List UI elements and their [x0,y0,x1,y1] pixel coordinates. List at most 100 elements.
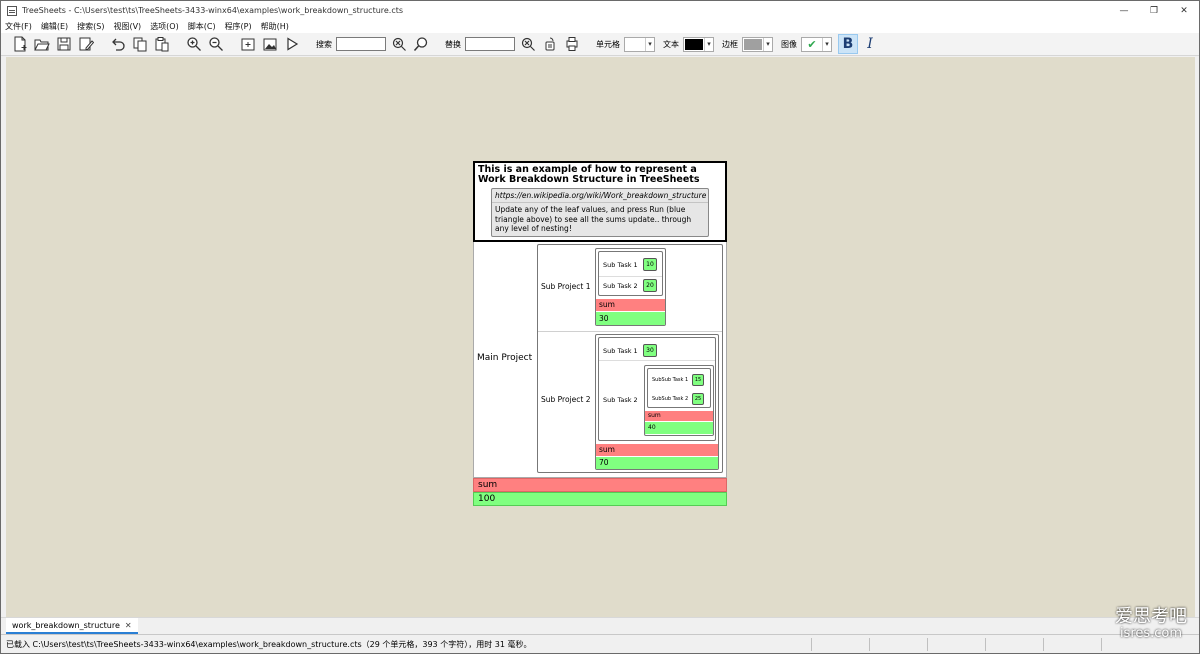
sub-task-label[interactable]: Sub Task 2 [603,282,638,290]
root-cell[interactable]: This is an example of how to represent a… [473,161,727,242]
toolbar: 搜索 替换 单元格 ▾ 文本 ▾ 边框 ▾ 图像 ✔ ▾ B I [1,33,1199,56]
save-as-icon[interactable] [76,34,96,54]
open-folder-icon[interactable] [32,34,52,54]
copy-icon[interactable] [130,34,150,54]
clear-search-icon[interactable] [389,34,409,54]
clear-replace-icon[interactable] [518,34,538,54]
cell-color-dropdown[interactable]: ▾ [624,36,655,52]
subsub-task-value[interactable]: 15 [692,373,704,386]
menu-script[interactable]: 脚本(C) [188,21,216,32]
menu-search[interactable]: 搜索(S) [77,21,104,32]
subsub-task-value[interactable]: 25 [692,392,704,405]
subsub-task-label[interactable]: SubSub Task 1 [652,377,688,383]
close-button[interactable]: ✕ [1169,1,1199,20]
replace-all-icon[interactable] [562,34,582,54]
subsub-grid[interactable]: SubSub Task 1 15 SubSub Task 2 25 sum 40 [644,364,714,436]
menu-file[interactable]: 文件(F) [5,21,32,32]
sub-projects-grid[interactable]: Sub Project 1 Sub Task 1 10 Sub Task 2 2… [537,243,723,473]
insert-cell-icon[interactable] [238,34,258,54]
paste-icon[interactable] [152,34,172,54]
find-next-icon[interactable] [411,34,431,54]
menu-options[interactable]: 选项(O) [150,21,179,32]
app-window: TreeSheets - C:\Users\test\ts\TreeSheets… [0,0,1200,654]
notes-grid[interactable]: https://en.wikipedia.org/wiki/Work_break… [491,188,709,237]
replace-label: 替换 [445,39,461,49]
sub-project-2-label[interactable]: Sub Project 2 [541,395,590,404]
sum-value-cell[interactable]: 30 [596,311,665,325]
sum-value-cell[interactable]: 40 [645,421,713,434]
app-icon [7,5,17,16]
sub-project-1-tasks[interactable]: Sub Task 1 10 Sub Task 2 20 [598,250,663,296]
new-file-icon[interactable] [10,34,30,54]
document-canvas[interactable]: This is an example of how to represent a… [6,57,1195,617]
main-project-label[interactable]: Main Project [477,353,532,363]
run-icon[interactable] [282,34,302,54]
menu-help[interactable]: 帮助(H) [261,21,289,32]
bold-button[interactable]: B [838,34,858,54]
subsub-tasks[interactable]: SubSub Task 1 15 SubSub Task 2 25 [647,367,711,408]
replace-input[interactable] [465,37,515,51]
description-cell[interactable]: Update any of the leaf values, and press… [492,203,708,236]
row-divider [538,330,722,332]
tab-label: work_breakdown_structure [12,620,120,630]
italic-button[interactable]: I [860,34,880,54]
sub-project-2-tasks[interactable]: Sub Task 1 30 Sub Task 2 SubSub Task 1 1… [598,336,716,441]
cell-color-label: 单元格 [596,39,620,49]
close-icon[interactable]: ✕ [125,621,132,630]
total-grid[interactable]: sum 100 [473,477,727,506]
sub-task-value[interactable]: 20 [643,278,657,292]
window-title: TreeSheets - C:\Users\test\ts\TreeSheets… [22,6,404,15]
sub-task-value[interactable]: 10 [643,257,657,271]
subsub-task-label[interactable]: SubSub Task 2 [652,396,688,402]
save-icon[interactable] [54,34,74,54]
sum-label-cell[interactable]: sum [596,298,665,311]
watermark-en: isres.com [1119,626,1183,641]
sum-label-cell[interactable]: sum [645,410,713,421]
total-sum-label[interactable]: sum [473,477,727,492]
add-image-icon[interactable] [260,34,280,54]
menu-edit[interactable]: 编辑(E) [41,21,68,32]
tab-bar: work_breakdown_structure ✕ [1,617,1199,634]
zoom-out-icon[interactable] [206,34,226,54]
sum-label-cell[interactable]: sum [596,443,718,456]
image-dropdown[interactable]: ✔ ▾ [801,36,832,52]
text-color-label: 文本 [663,39,679,49]
total-sum-value[interactable]: 100 [473,491,727,506]
title-bar: TreeSheets - C:\Users\test\ts\TreeSheets… [1,1,1199,20]
menu-program[interactable]: 程序(P) [225,21,252,32]
watermark: 爱思考吧 isres.com [1115,607,1187,641]
cell-color-swatch [626,38,644,50]
sub-task-label[interactable]: Sub Task 1 [603,347,638,355]
tab-work-breakdown-structure[interactable]: work_breakdown_structure ✕ [6,618,138,634]
status-pane [869,637,927,651]
sub-task-label[interactable]: Sub Task 1 [603,261,638,269]
undo-icon[interactable] [108,34,128,54]
border-color-dropdown[interactable]: ▾ [742,36,773,52]
menu-bar: 文件(F) 编辑(E) 搜索(S) 视图(V) 选项(O) 脚本(C) 程序(P… [1,20,1199,33]
wikipedia-link-cell[interactable]: https://en.wikipedia.org/wiki/Work_break… [492,189,708,203]
row-divider [599,359,715,361]
sub-task-value[interactable]: 30 [643,343,657,357]
text-color-dropdown[interactable]: ▾ [683,36,714,52]
sub-project-2-grid[interactable]: Sub Task 1 30 Sub Task 2 SubSub Task 1 1… [595,333,719,470]
document-title[interactable]: This is an example of how to represent a… [478,165,722,185]
zoom-in-icon[interactable] [184,34,204,54]
sub-project-1-label[interactable]: Sub Project 1 [541,282,590,291]
project-grid[interactable]: Main Project Sub Project 1 Sub Task 1 10… [473,241,727,478]
search-input[interactable] [336,37,386,51]
image-label: 图像 [781,39,797,49]
sub-project-1-grid[interactable]: Sub Task 1 10 Sub Task 2 20 sum 30 [595,247,666,326]
checkmark-icon: ✔ [807,37,817,51]
replace-icon[interactable] [540,34,560,54]
menu-view[interactable]: 视图(V) [113,21,141,32]
sum-value-cell[interactable]: 70 [596,456,718,469]
status-pane [1043,637,1101,651]
status-text: 已载入 C:\Users\test\ts\TreeSheets-3433-win… [6,639,532,649]
minimize-button[interactable]: — [1109,1,1139,20]
sub-task-label[interactable]: Sub Task 2 [603,396,638,404]
maximize-button[interactable]: ❐ [1139,1,1169,20]
work-breakdown-grid[interactable]: This is an example of how to represent a… [473,161,727,506]
row-divider [599,275,662,277]
watermark-cn: 爱思考吧 [1115,606,1187,627]
text-color-swatch [685,38,703,50]
